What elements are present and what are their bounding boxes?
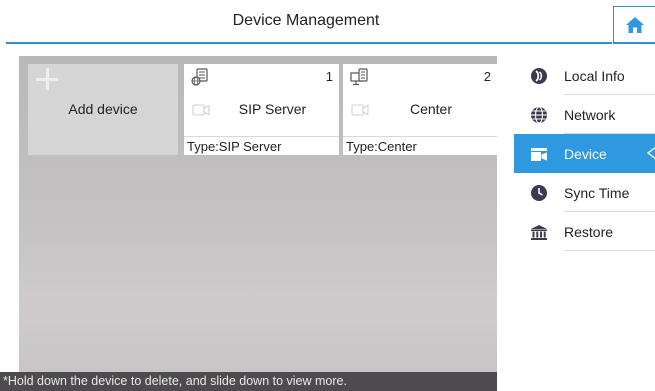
monitor-server-icon [350, 68, 368, 86]
clock-icon [530, 184, 548, 202]
device-card-center[interactable]: 2 Center Type:Center [343, 64, 497, 155]
plus-icon [36, 68, 58, 90]
sidebar-item-label: Network [564, 106, 616, 123]
info-icon [530, 67, 548, 85]
server-icon [191, 68, 208, 86]
sidebar-item-device[interactable]: Device [514, 134, 655, 173]
hint-bar: *Hold down the device to delete, and sli… [0, 372, 497, 391]
camera-icon [192, 104, 210, 116]
device-name: SIP Server [238, 101, 307, 117]
page-title: Device Management [232, 12, 380, 29]
sidebar-item-label: Device [564, 145, 607, 162]
device-card-sip-server[interactable]: 1 SIP Server Type:SIP Server [184, 64, 339, 155]
add-device-label: Add device [68, 101, 138, 117]
device-index: 2 [483, 69, 491, 84]
home-icon [625, 16, 644, 33]
sidebar-item-label: Sync Time [564, 184, 630, 201]
header: Device Management [0, 0, 655, 44]
sidebar-item-network[interactable]: Network [514, 95, 655, 134]
add-device-button[interactable]: Add device [28, 64, 178, 155]
device-type: Type:SIP Server [187, 139, 282, 154]
restore-icon [530, 223, 548, 241]
device-panel[interactable]: Add device 1 SIP Server Type:SIP Server [19, 56, 497, 391]
home-button[interactable] [613, 6, 655, 44]
chevron-left-icon [646, 146, 655, 160]
sidebar-menu: Local Info Network Device Sync Time Rest… [514, 56, 655, 251]
device-index: 1 [325, 69, 333, 84]
card-divider [343, 136, 497, 137]
globe-icon [530, 105, 548, 124]
sidebar-item-label: Local Info [564, 67, 625, 84]
camera-icon [351, 104, 369, 116]
sidebar-item-label: Restore [564, 223, 614, 240]
sidebar-item-sync-time[interactable]: Sync Time [514, 173, 655, 212]
device-icon [530, 145, 548, 163]
device-name: Center [409, 101, 453, 117]
card-divider [184, 136, 339, 137]
header-underline [6, 42, 612, 44]
divider [564, 250, 655, 251]
sidebar-item-local-info[interactable]: Local Info [514, 56, 655, 95]
device-type: Type:Center [346, 139, 417, 154]
sidebar-item-restore[interactable]: Restore [514, 212, 655, 251]
